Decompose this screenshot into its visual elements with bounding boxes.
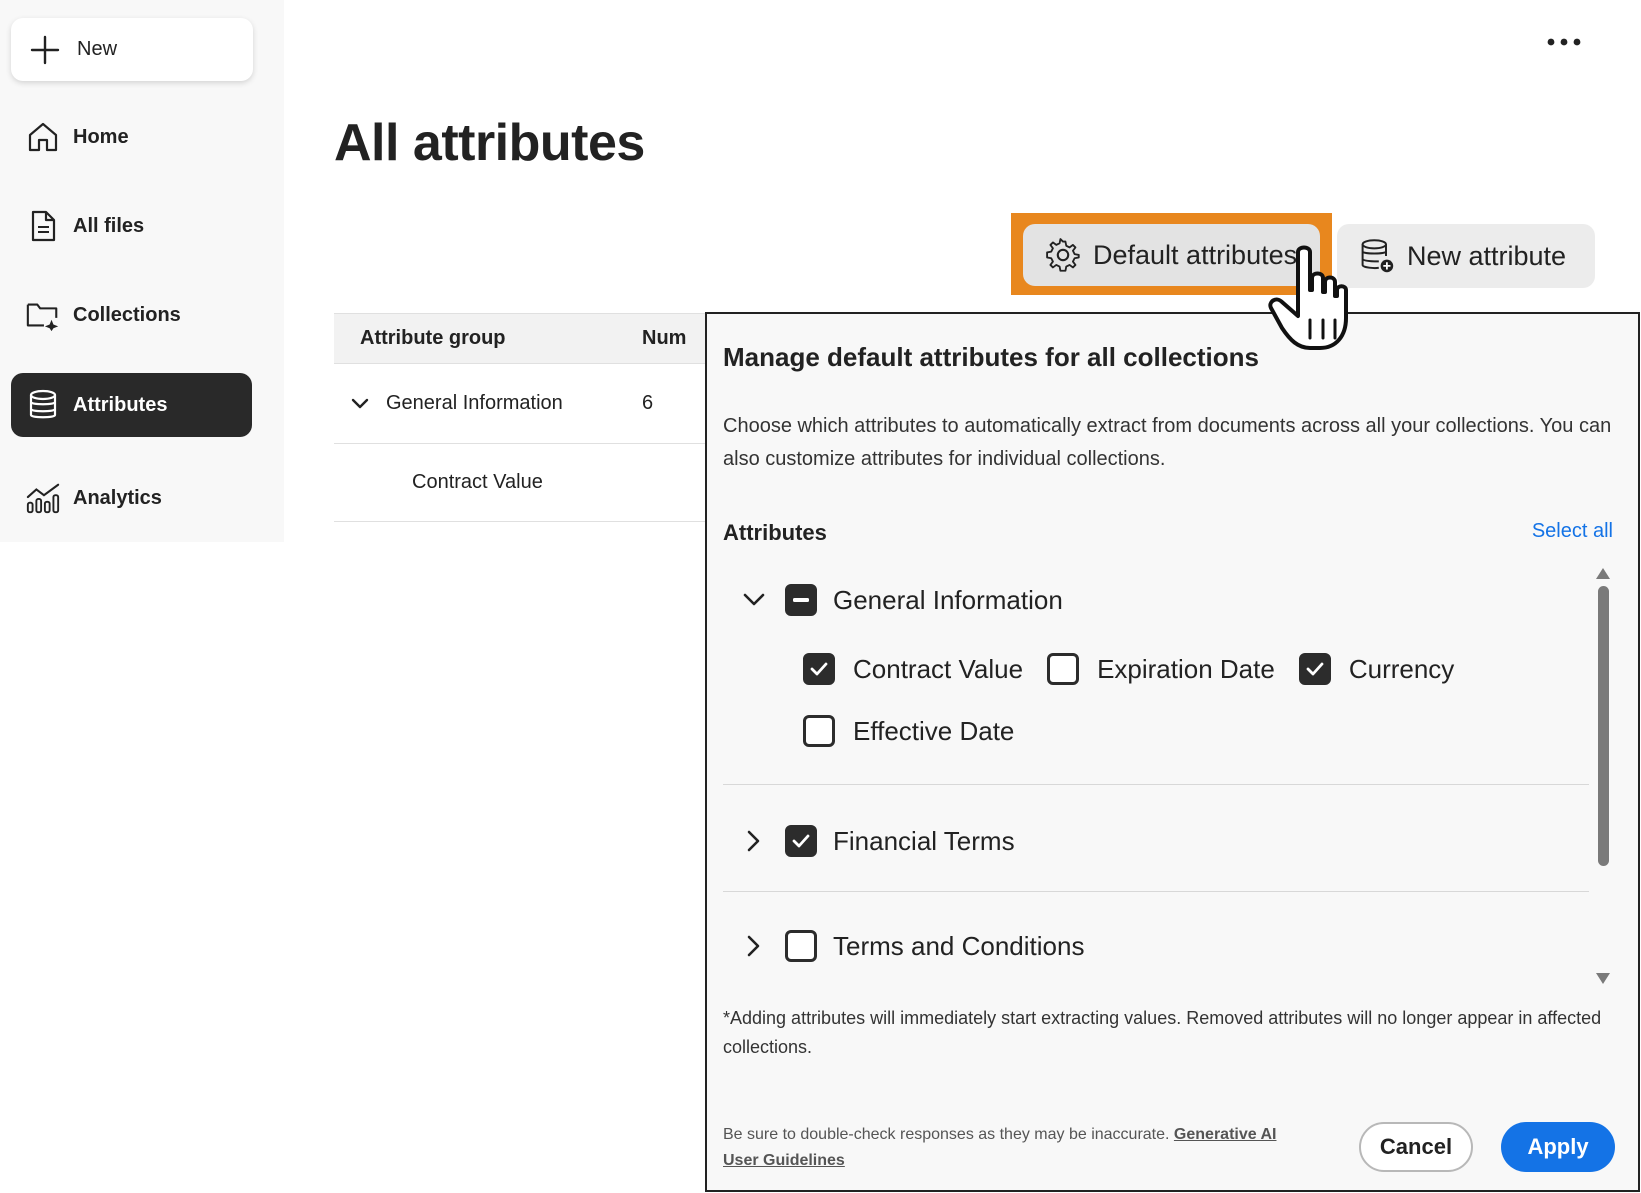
chevron-right-icon[interactable]: [723, 935, 785, 957]
new-button-label: New: [77, 38, 118, 60]
attributes-list: General Information Contract Value Expir…: [723, 560, 1589, 986]
attribute-option-currency[interactable]: Currency: [1298, 638, 1455, 700]
default-attributes-button[interactable]: Default attributes: [1023, 224, 1320, 286]
attributes-scrollbar[interactable]: [1591, 566, 1615, 986]
new-button[interactable]: New: [11, 18, 253, 81]
select-all-link[interactable]: Select all: [1532, 520, 1613, 543]
analytics-icon: [25, 480, 61, 516]
row-label: Contract Value: [412, 471, 543, 493]
sidebar-item-label: Analytics: [73, 486, 162, 509]
group-label: Terms and Conditions: [833, 930, 1085, 961]
popover-title: Manage default attributes for all collec…: [723, 342, 1259, 372]
home-icon: [25, 119, 61, 155]
row-label: General Information: [386, 392, 563, 414]
divider: [723, 891, 1589, 892]
cancel-button[interactable]: Cancel: [1359, 1122, 1473, 1172]
database-icon: [25, 387, 61, 423]
chevron-down-icon[interactable]: [723, 593, 785, 607]
row-count: 6: [642, 392, 654, 414]
folder-icon: [25, 297, 61, 333]
group-checkbox-unchecked[interactable]: [785, 930, 817, 962]
sidebar-item-label: Home: [73, 125, 129, 148]
checkbox-checked[interactable]: [1298, 653, 1331, 685]
col-attribute-group: Attribute group: [360, 327, 506, 349]
apply-button[interactable]: Apply: [1501, 1122, 1615, 1172]
plus-icon: [27, 32, 63, 68]
sidebar-item-attributes[interactable]: Attributes: [11, 373, 252, 437]
chevron-down-icon[interactable]: [334, 398, 386, 410]
sidebar-item-label: Collections: [73, 303, 181, 326]
attribute-option-expiration-date[interactable]: Expiration Date: [1047, 638, 1275, 700]
group-label: Financial Terms: [833, 825, 1015, 856]
scroll-up-icon[interactable]: [1596, 568, 1610, 579]
more-icon[interactable]: [1540, 26, 1588, 58]
new-attribute-button[interactable]: New attribute: [1337, 224, 1595, 288]
group-checkbox-checked[interactable]: [785, 825, 817, 857]
checkbox-checked[interactable]: [803, 653, 835, 685]
attributes-table: Attribute group Num General Information …: [334, 313, 706, 522]
default-attributes-label: Default attributes: [1093, 239, 1298, 270]
database-add-icon: [1359, 238, 1395, 274]
scroll-thumb[interactable]: [1598, 586, 1609, 866]
default-attributes-popover: Manage default attributes for all collec…: [705, 312, 1640, 1192]
popover-description: Choose which attributes to automatically…: [723, 415, 1612, 470]
file-icon: [25, 208, 61, 244]
attribute-group-terms-and-conditions: Terms and Conditions: [723, 916, 1589, 976]
checkbox-unchecked[interactable]: [803, 715, 835, 747]
attribute-group-general-information: General Information: [723, 570, 1589, 630]
divider: [723, 784, 1589, 785]
sidebar-item-label: Attributes: [73, 393, 168, 416]
sidebar-item-home[interactable]: Home: [11, 105, 252, 169]
attribute-group-financial-terms: Financial Terms: [723, 811, 1589, 871]
table-row[interactable]: General Information 6: [334, 364, 706, 444]
table-row[interactable]: Contract Value: [334, 444, 706, 522]
ai-disclaimer: Be sure to double-check responses as the…: [723, 1122, 1313, 1174]
group-checkbox-indeterminate[interactable]: [785, 584, 817, 616]
attribute-option-contract-value[interactable]: Contract Value: [803, 638, 1023, 700]
chevron-right-icon[interactable]: [723, 830, 785, 852]
option-label: Effective Date: [853, 715, 1015, 746]
sidebar-item-collections[interactable]: Collections: [11, 283, 252, 347]
scroll-down-icon[interactable]: [1596, 973, 1610, 984]
extraction-note: *Adding attributes will immediately star…: [723, 1008, 1602, 1057]
attribute-option-effective-date[interactable]: Effective Date: [803, 700, 1014, 762]
disclaimer-text: Be sure to double-check responses as the…: [723, 1126, 1170, 1143]
attributes-heading: Attributes: [723, 520, 827, 545]
option-label: Expiration Date: [1097, 653, 1275, 684]
col-number: Num: [642, 327, 687, 349]
gear-icon: [1045, 237, 1081, 273]
new-attribute-label: New attribute: [1407, 240, 1567, 271]
option-label: Contract Value: [853, 653, 1024, 684]
sidebar-item-analytics[interactable]: Analytics: [11, 466, 252, 530]
option-label: Currency: [1348, 653, 1455, 684]
sidebar: New Home All files Collections Attribute…: [0, 0, 284, 542]
group-label: General Information: [833, 584, 1063, 615]
sidebar-item-all-files[interactable]: All files: [11, 194, 252, 258]
page-title: All attributes: [334, 114, 645, 172]
checkbox-unchecked[interactable]: [1047, 653, 1080, 685]
table-header: Attribute group Num: [334, 313, 706, 364]
sidebar-item-label: All files: [73, 214, 145, 237]
